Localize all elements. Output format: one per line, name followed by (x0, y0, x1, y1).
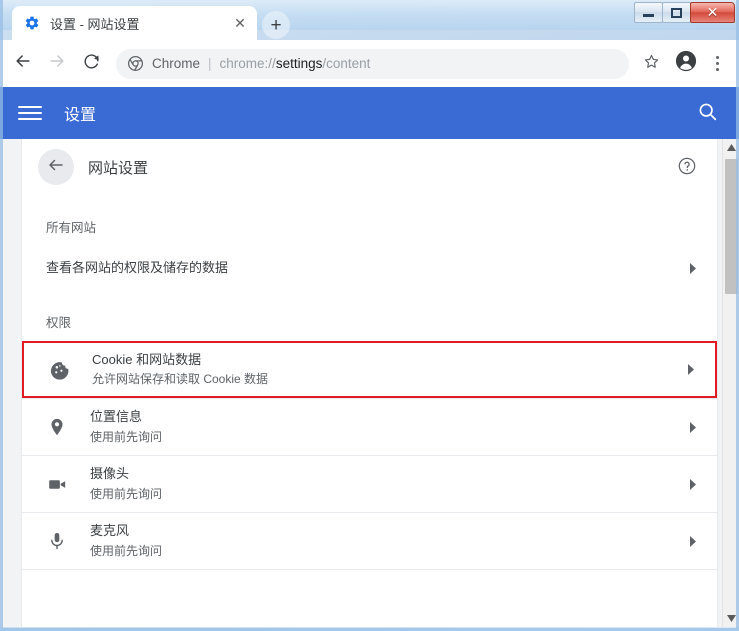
camera-icon (46, 473, 68, 495)
browser-window: ✕ 设置 - 网站设置 ✕ + (0, 0, 739, 631)
chevron-right-icon (687, 535, 699, 547)
section-label-all-sites: 所有网站 (22, 195, 717, 246)
settings-content-area: 网站设置 所有网站 查看各网站的权限及储存的数据 (0, 139, 739, 627)
row-title: Cookie 和网站数据 (92, 351, 685, 370)
help-circle-icon[interactable] (677, 156, 699, 178)
three-dot-menu-icon-dot2 (716, 62, 719, 65)
three-dot-menu-icon (716, 56, 719, 59)
page-back-button[interactable] (38, 149, 74, 185)
new-tab-button[interactable]: + (262, 11, 290, 39)
profile-avatar-icon (675, 50, 697, 77)
row-next-partial[interactable] (22, 569, 717, 626)
row-cookies-and-site-data[interactable]: Cookie 和网站数据 允许网站保存和读取 Cookie 数据 (22, 341, 717, 398)
chrome-logo-icon (128, 56, 144, 72)
scrollbar-thumb[interactable] (725, 159, 738, 294)
row-text: 摄像头 使用前先询问 (90, 465, 687, 503)
omnibox-scheme-label: Chrome (152, 56, 200, 71)
url-prefix: chrome:// (220, 56, 276, 71)
back-arrow-icon (47, 156, 65, 179)
omnibox-separator: | (208, 56, 212, 71)
url-suffix: /content (322, 56, 370, 71)
page-header: 网站设置 (22, 139, 717, 195)
url-emphasis: settings (276, 56, 323, 71)
location-pin-icon (46, 416, 68, 438)
scrollbar-down-arrow[interactable] (723, 610, 739, 627)
row-title: 位置信息 (90, 408, 687, 427)
settings-app-title: 设置 (64, 101, 697, 125)
reload-button[interactable] (76, 49, 106, 79)
row-text: 麦克风 使用前先询问 (90, 522, 687, 560)
browser-toolbar: Chrome | chrome://settings/content (0, 40, 739, 87)
chevron-right-icon (687, 262, 699, 274)
row-subtitle: 使用前先询问 (90, 542, 687, 560)
three-dot-menu-icon-dot3 (716, 68, 719, 71)
omnibox-url: chrome://settings/content (220, 56, 371, 71)
page-scrollbar[interactable] (722, 139, 739, 627)
chrome-menu-button[interactable] (703, 49, 731, 79)
row-title: 查看各网站的权限及储存的数据 (46, 259, 687, 278)
tab-close-icon[interactable]: ✕ (231, 14, 249, 32)
row-text: Cookie 和网站数据 允许网站保存和读取 Cookie 数据 (92, 351, 685, 389)
forward-button[interactable] (42, 49, 72, 79)
row-text: 位置信息 使用前先询问 (90, 408, 687, 446)
page-title: 网站设置 (88, 157, 677, 178)
microphone-icon (46, 530, 68, 552)
scrollbar-up-arrow[interactable] (723, 139, 739, 156)
address-bar[interactable]: Chrome | chrome://settings/content (116, 49, 629, 79)
row-subtitle: 使用前先询问 (90, 428, 687, 446)
row-title: 麦克风 (90, 522, 687, 541)
tab-title: 设置 - 网站设置 (50, 14, 231, 33)
plus-icon: + (270, 16, 281, 35)
back-button[interactable] (8, 49, 38, 79)
forward-arrow-icon (47, 51, 67, 76)
row-camera[interactable]: 摄像头 使用前先询问 (22, 455, 717, 512)
reload-icon (82, 52, 101, 76)
bookmark-button[interactable] (637, 50, 665, 78)
tab-strip: 设置 - 网站设置 ✕ + (0, 0, 739, 40)
hamburger-menu-icon[interactable] (18, 101, 42, 125)
browser-tab[interactable]: 设置 - 网站设置 ✕ (12, 6, 257, 40)
settings-app-header: 设置 (0, 87, 739, 139)
row-view-site-permissions[interactable]: 查看各网站的权限及储存的数据 (22, 246, 717, 290)
row-subtitle: 使用前先询问 (90, 485, 687, 503)
row-microphone[interactable]: 麦克风 使用前先询问 (22, 512, 717, 569)
row-location[interactable]: 位置信息 使用前先询问 (22, 398, 717, 455)
row-text: 查看各网站的权限及储存的数据 (46, 259, 687, 278)
settings-card: 网站设置 所有网站 查看各网站的权限及储存的数据 (22, 139, 717, 627)
cookie-icon (48, 359, 70, 381)
section-label-permissions: 权限 (22, 290, 717, 341)
bookmark-star-icon (643, 53, 660, 75)
chevron-right-icon (687, 421, 699, 433)
search-icon[interactable] (697, 101, 721, 125)
row-subtitle: 允许网站保存和读取 Cookie 数据 (92, 370, 685, 388)
row-title: 摄像头 (90, 465, 687, 484)
profile-button[interactable] (671, 49, 701, 79)
back-arrow-icon (13, 51, 33, 76)
settings-gear-icon (24, 15, 40, 31)
chevron-right-icon (687, 478, 699, 490)
chevron-right-icon (685, 364, 697, 376)
